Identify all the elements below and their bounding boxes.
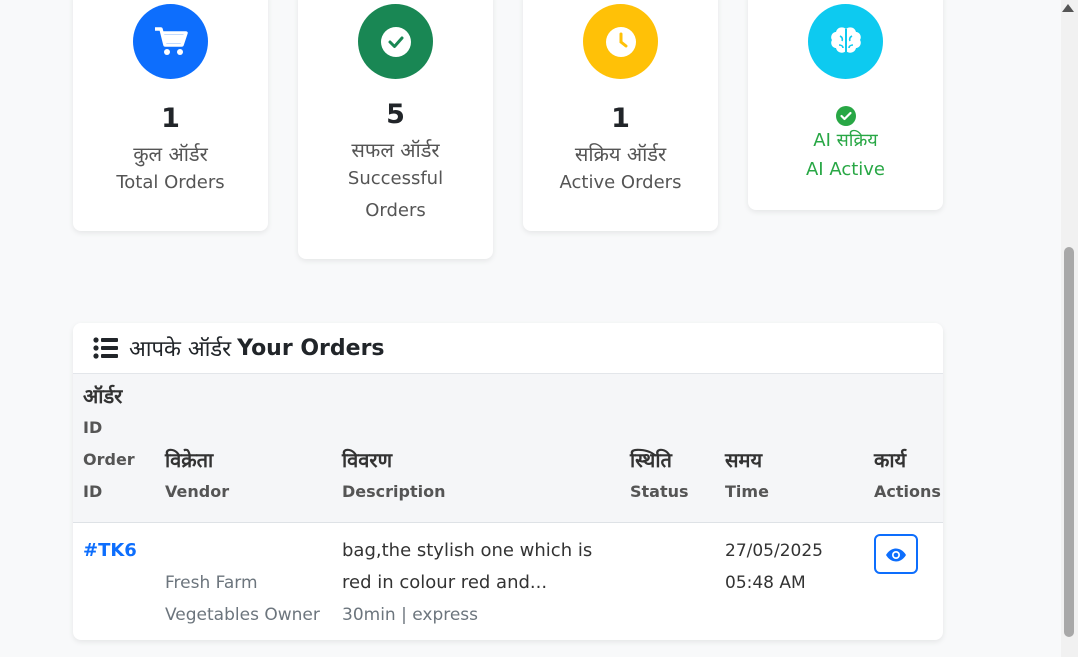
- orders-title-en: Your Orders: [237, 335, 385, 361]
- active-orders-label-en: Active Orders: [559, 172, 682, 193]
- order-date: 27/05/2025: [725, 541, 823, 561]
- scrollbar-thumb[interactable]: [1064, 247, 1074, 637]
- orders-panel: आपके ऑर्डर Your Orders ऑर्डर ID Order ID…: [73, 323, 943, 640]
- check-circle-icon: [358, 4, 433, 79]
- view-order-button[interactable]: [874, 534, 918, 574]
- total-orders-label-hi: कुल ऑर्डर: [133, 142, 208, 166]
- column-header-status: स्थिति Status: [630, 448, 689, 501]
- column-header-vendor: विक्रेता Vendor: [165, 448, 230, 501]
- stat-card-ai: AI सक्रिय AI Active: [748, 0, 943, 210]
- order-meta: 30min | express: [342, 605, 479, 625]
- column-header-time: समय Time: [725, 448, 769, 501]
- order-time: 05:48 AM: [725, 573, 806, 593]
- total-orders-count: 1: [161, 103, 180, 134]
- order-id-link[interactable]: #TK6: [83, 535, 137, 567]
- eye-icon: [885, 547, 907, 562]
- orders-title-hi: आपके ऑर्डर: [129, 337, 232, 362]
- vertical-scrollbar[interactable]: [1061, 0, 1078, 657]
- successful-orders-label-en: Successful Orders: [347, 168, 444, 221]
- active-orders-count: 1: [611, 103, 630, 134]
- stat-card-successful: 5 सफल ऑर्डर Successful Orders: [298, 0, 493, 259]
- table-row: #TK6 Fresh Farm Vegetables Owner bag,the…: [73, 523, 943, 640]
- successful-orders-label-hi: सफल ऑर्डर: [351, 138, 440, 162]
- order-description: bag,the stylish one which is red in colo…: [342, 540, 593, 593]
- orders-panel-header: आपके ऑर्डर Your Orders: [73, 323, 943, 374]
- orders-table-header: ऑर्डर ID Order ID विक्रेता Vendor विवरण …: [73, 374, 943, 523]
- column-header-description: विवरण Description: [342, 448, 446, 501]
- active-orders-label-hi: सक्रिय ऑर्डर: [574, 142, 667, 166]
- clock-icon: [583, 4, 658, 79]
- successful-orders-count: 5: [386, 99, 405, 130]
- column-header-order-id: ऑर्डर ID Order ID: [83, 384, 135, 501]
- column-header-actions: कार्य Actions: [874, 448, 941, 501]
- total-orders-label-en: Total Orders: [116, 172, 225, 193]
- ai-status-label-hi: AI सक्रिय: [813, 130, 878, 151]
- scroll-up-arrow-icon[interactable]: [1062, 4, 1074, 12]
- ai-status-check-icon: [748, 106, 943, 126]
- ai-status-label-en: AI Active: [805, 159, 886, 180]
- list-icon: [93, 337, 119, 359]
- cart-icon: [133, 4, 208, 79]
- stat-card-total: 1 कुल ऑर्डर Total Orders: [73, 0, 268, 231]
- stat-card-active: 1 सक्रिय ऑर्डर Active Orders: [523, 0, 718, 231]
- vendor-name: Fresh Farm Vegetables Owner: [165, 573, 320, 625]
- brain-icon: [808, 4, 883, 79]
